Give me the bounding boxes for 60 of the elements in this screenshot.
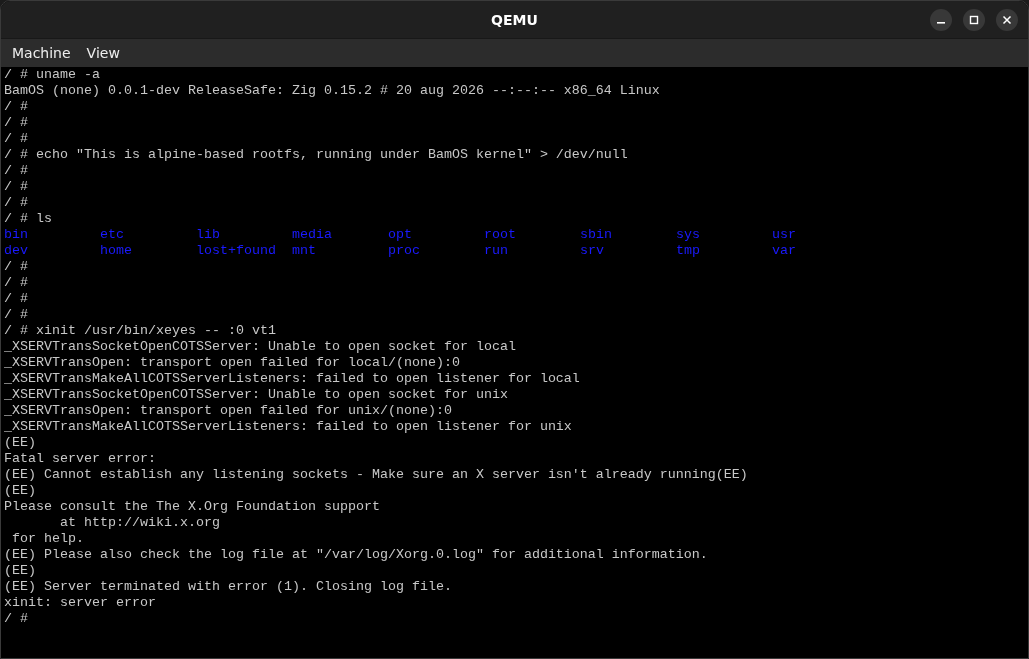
terminal-line: for help. (11, 531, 84, 547)
directory-name: root (484, 227, 516, 242)
terminal-line: / # (4, 611, 28, 627)
directory-name: etc (100, 227, 124, 242)
minimize-icon (937, 21, 945, 24)
close-icon (1002, 14, 1012, 25)
terminal-line: xinit: server error (4, 595, 156, 611)
directory-name: run (484, 243, 508, 258)
directory-name: dev (4, 243, 28, 258)
terminal-line: BamOS (none) 0.0.1-dev ReleaseSafe: Zig 0.15.2 # 20 aug 2026 --:--:-- x86_64 Linux (4, 83, 660, 99)
terminal-line: / # (4, 179, 28, 195)
directory-name: lib (196, 227, 220, 242)
terminal-line: / # (4, 291, 28, 307)
directory-name: home (100, 243, 132, 258)
directory-name: sbin (580, 227, 612, 242)
terminal-line: _XSERVTransMakeAllCOTSServerListeners: failed to open listener for unix (4, 419, 572, 435)
terminal-line: / # (4, 259, 28, 275)
terminal-line: _XSERVTransOpen: transport open failed for unix/(none):0 (4, 403, 452, 419)
terminal-line: (EE) (4, 563, 36, 579)
maximize-icon (969, 14, 979, 25)
terminal-line: / # xinit /usr/bin/xeyes -- :0 vt1 (4, 323, 276, 339)
terminal-line: (EE) (4, 483, 36, 499)
close-button[interactable] (996, 8, 1018, 31)
terminal-line: _XSERVTransMakeAllCOTSServerListeners: failed to open listener for local (4, 371, 580, 387)
window-title: QEMU (491, 11, 538, 28)
terminal-line: / # (4, 163, 28, 179)
directory-name: opt (388, 227, 412, 242)
terminal-line: at http://wiki.x.org (59, 515, 220, 531)
directory-name: bin (4, 227, 28, 242)
minimize-button[interactable] (930, 8, 952, 31)
terminal-line: / # (4, 115, 28, 131)
directory-name: media (292, 227, 332, 242)
directory-name: tmp (676, 243, 700, 258)
directory-name: usr (772, 227, 796, 242)
directory-name: proc (388, 243, 420, 258)
terminal-line: / # (4, 195, 28, 211)
terminal-line: (EE) Please also check the log file at "/var/log/Xorg.0.log" for additional information. (4, 547, 708, 563)
terminal-line: / # ls (4, 211, 52, 227)
directory-name: sys (676, 227, 700, 242)
directory-name: var (772, 243, 796, 258)
terminal-line: Fatal server error: (4, 451, 156, 467)
terminal-line: / # (4, 275, 28, 291)
terminal-line: _XSERVTransOpen: transport open failed for local/(none):0 (4, 355, 460, 371)
menu-item[interactable]: View (86, 45, 120, 61)
terminal-line: (EE) Cannot establish any listening sockets - Make sure an X server isn't already running(EE) (4, 467, 748, 483)
terminal-line: / # uname -a (4, 67, 100, 83)
terminal-line: / # echo "This is alpine-based rootfs, running under BamOS kernel" > /dev/null (4, 147, 628, 163)
terminal-line: _XSERVTransSocketOpenCOTSServer: Unable to open socket for unix (4, 387, 508, 403)
terminal-line: / # (4, 99, 28, 115)
terminal-line: (EE) (4, 435, 36, 451)
directory-name: lost+found (196, 243, 276, 258)
terminal-line: _XSERVTransSocketOpenCOTSServer: Unable to open socket for local (4, 339, 516, 355)
terminal-line: / # (4, 131, 28, 147)
maximize-button[interactable] (963, 8, 985, 31)
terminal-line: (EE) Server terminated with error (1). Closing log file. (4, 579, 452, 595)
terminal-line: / # (4, 307, 28, 323)
directory-name: srv (580, 243, 604, 258)
terminal-line: Please consult the The X.Org Foundation support (4, 499, 380, 515)
menu-item[interactable]: Machine (12, 45, 71, 61)
directory-name: mnt (292, 243, 316, 258)
